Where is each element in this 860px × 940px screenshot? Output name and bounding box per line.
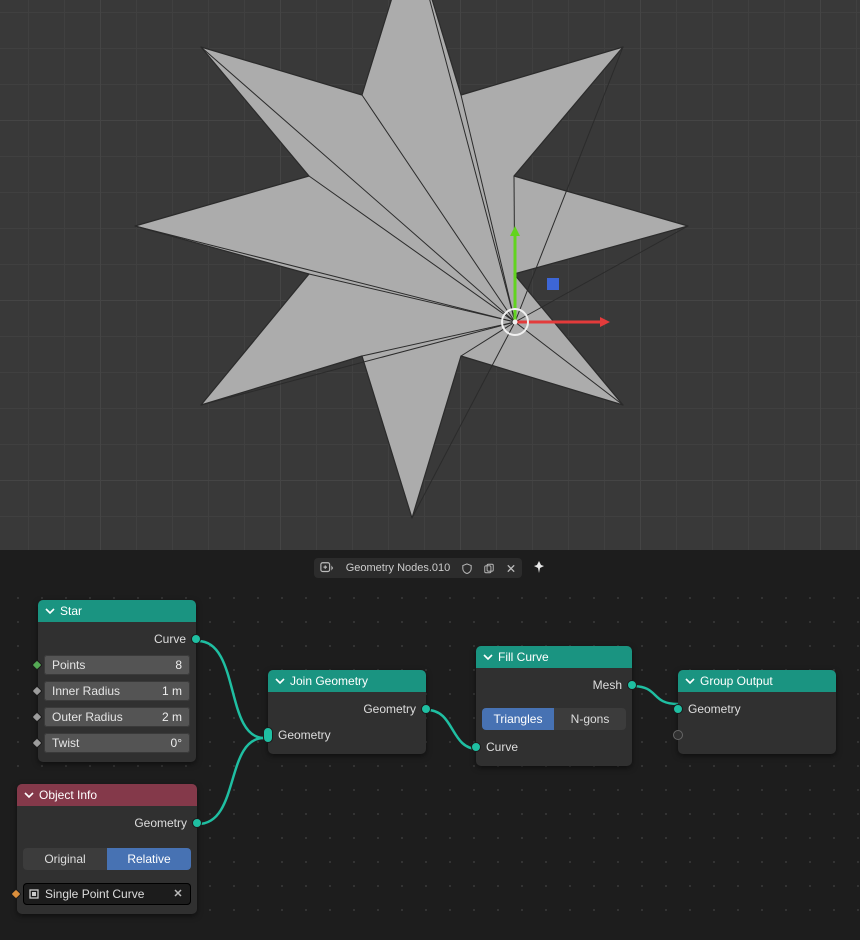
- field-value: 8: [175, 658, 182, 672]
- socket-geometry[interactable]: [191, 634, 201, 644]
- node-title: Star: [60, 604, 82, 618]
- original-button[interactable]: Original: [23, 848, 107, 870]
- star-output-curve[interactable]: Curve: [44, 628, 190, 650]
- relative-button[interactable]: Relative: [107, 848, 191, 870]
- node-fill-curve[interactable]: Fill Curve Mesh Triangles N-gons Curve: [476, 646, 632, 766]
- node-fill-header[interactable]: Fill Curve: [476, 646, 632, 668]
- object-picker-field[interactable]: Single Point Curve: [23, 883, 191, 905]
- node-title: Object Info: [39, 788, 97, 802]
- node-title: Fill Curve: [498, 650, 549, 664]
- node-editor[interactable]: Star Curve Points 8 Inner Radius 1 m: [0, 580, 860, 931]
- chevron-down-icon: [23, 789, 35, 801]
- star-fill: [135, 0, 688, 518]
- socket-label: Geometry: [278, 728, 331, 742]
- field-value: 1 m: [162, 684, 182, 698]
- inner-radius-field[interactable]: Inner Radius 1 m: [44, 681, 190, 701]
- chevron-down-icon: [44, 605, 56, 617]
- socket-label: Mesh: [593, 678, 622, 692]
- points-field[interactable]: Points 8: [44, 655, 190, 675]
- objinfo-output-geometry[interactable]: Geometry: [23, 812, 191, 834]
- browse-nodetree-button[interactable]: [314, 558, 340, 578]
- twist-field[interactable]: Twist 0°: [44, 733, 190, 753]
- socket-int[interactable]: [31, 659, 42, 670]
- gizmo-z-handle[interactable]: [547, 278, 559, 290]
- socket-label: Geometry: [134, 816, 187, 830]
- node-join-header[interactable]: Join Geometry: [268, 670, 426, 692]
- socket-geometry[interactable]: [192, 818, 202, 828]
- node-group-output[interactable]: Group Output Geometry: [678, 670, 836, 754]
- triangles-button[interactable]: Triangles: [482, 708, 554, 730]
- gizmo-x-arrow[interactable]: [600, 317, 610, 327]
- transform-space-toggle[interactable]: Original Relative: [23, 848, 191, 870]
- nodetree-name-field[interactable]: Geometry Nodes.010: [340, 558, 457, 578]
- node-star-header[interactable]: Star: [38, 600, 196, 622]
- clear-object-icon[interactable]: [169, 887, 187, 901]
- node-title: Group Output: [700, 674, 773, 688]
- node-editor-header: Geometry Nodes.010: [0, 556, 860, 580]
- ngons-button[interactable]: N-gons: [554, 708, 626, 730]
- star-twist-row[interactable]: Twist 0°: [44, 732, 190, 754]
- socket-geometry[interactable]: [627, 680, 637, 690]
- socket-float[interactable]: [31, 711, 42, 722]
- star-outer-row[interactable]: Outer Radius 2 m: [44, 706, 190, 728]
- unlink-icon[interactable]: [500, 558, 522, 578]
- socket-geometry[interactable]: [471, 742, 481, 752]
- star-points-row[interactable]: Points 8: [44, 654, 190, 676]
- chevron-down-icon: [482, 651, 494, 663]
- gizmo-center-dot: [513, 320, 518, 325]
- outer-radius-field[interactable]: Outer Radius 2 m: [44, 707, 190, 727]
- star-mesh: [0, 0, 860, 550]
- socket-geometry[interactable]: [673, 704, 683, 714]
- chevron-down-icon: [684, 675, 696, 687]
- pin-icon[interactable]: [532, 560, 546, 577]
- node-object-info-header[interactable]: Object Info: [17, 784, 197, 806]
- output-input-blank[interactable]: [684, 724, 830, 746]
- duplicate-icon[interactable]: [478, 558, 500, 578]
- field-label: Twist: [52, 736, 79, 750]
- socket-float[interactable]: [31, 737, 42, 748]
- field-label: Outer Radius: [52, 710, 123, 724]
- output-input-geometry[interactable]: Geometry: [684, 698, 830, 720]
- object-input-row[interactable]: Single Point Curve: [23, 882, 191, 906]
- socket-label: Geometry: [363, 702, 416, 716]
- field-label: Points: [52, 658, 85, 672]
- socket-geometry[interactable]: [421, 704, 431, 714]
- object-name: Single Point Curve: [45, 887, 165, 901]
- join-input-geometry[interactable]: Geometry: [274, 724, 420, 746]
- socket-object[interactable]: [10, 888, 21, 899]
- node-output-header[interactable]: Group Output: [678, 670, 836, 692]
- node-title: Join Geometry: [290, 674, 368, 688]
- node-star[interactable]: Star Curve Points 8 Inner Radius 1 m: [38, 600, 196, 762]
- field-value: 2 m: [162, 710, 182, 724]
- socket-label: Curve: [486, 740, 518, 754]
- join-output-geometry[interactable]: Geometry: [274, 698, 420, 720]
- shield-icon[interactable]: [456, 558, 478, 578]
- socket-empty[interactable]: [673, 730, 683, 740]
- 3d-viewport[interactable]: [0, 0, 860, 550]
- field-label: Inner Radius: [52, 684, 120, 698]
- node-join-geometry[interactable]: Join Geometry Geometry Geometry: [268, 670, 426, 754]
- socket-label: Geometry: [688, 702, 741, 716]
- socket-label: Curve: [154, 632, 186, 646]
- socket-geometry-multi[interactable]: [263, 727, 273, 743]
- chevron-down-icon: [274, 675, 286, 687]
- node-object-info[interactable]: Object Info Geometry Original Relative S…: [17, 784, 197, 914]
- socket-float[interactable]: [31, 685, 42, 696]
- star-inner-row[interactable]: Inner Radius 1 m: [44, 680, 190, 702]
- fill-input-curve[interactable]: Curve: [482, 736, 626, 758]
- fill-mode-toggle[interactable]: Triangles N-gons: [482, 708, 626, 730]
- object-data-icon: [27, 887, 41, 901]
- fill-output-mesh[interactable]: Mesh: [482, 674, 626, 696]
- field-value: 0°: [171, 736, 182, 750]
